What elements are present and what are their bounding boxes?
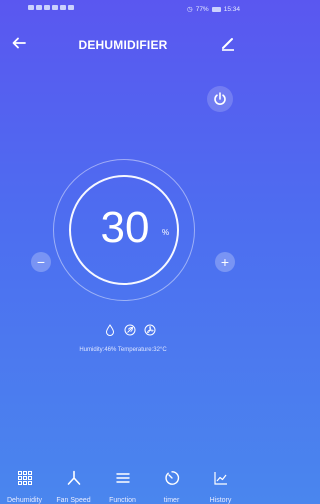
mode-icons	[104, 323, 156, 336]
wifi-icon	[44, 5, 50, 10]
tab-function[interactable]: Function	[98, 460, 147, 504]
status-icons-left	[28, 5, 74, 10]
plus-icon: +	[220, 254, 230, 270]
tab-label: Dehumidity	[6, 497, 42, 504]
decrease-button[interactable]: −	[31, 252, 51, 272]
tab-dehumidity[interactable]: Dehumidity	[0, 460, 49, 504]
grid-icon	[17, 471, 32, 485]
menu-icon	[115, 473, 130, 483]
clock: 15:34	[223, 5, 240, 13]
tab-history[interactable]: History	[196, 460, 245, 504]
power-icon	[214, 92, 226, 105]
notification-icon	[60, 5, 66, 10]
signal-icon	[36, 5, 42, 10]
humidity-unit: %	[162, 228, 170, 237]
increase-button[interactable]: +	[215, 252, 235, 272]
alarm-icon: ◷	[187, 6, 193, 13]
chart-icon	[213, 472, 227, 485]
tab-label: History	[209, 497, 232, 504]
minus-icon: −	[36, 254, 46, 270]
notification-icon	[68, 5, 74, 10]
app-header: DEHUMIDIFIER	[0, 28, 246, 64]
pencil-icon[interactable]	[219, 34, 237, 52]
page-title: DEHUMIDIFIER	[78, 38, 168, 52]
battery-percent: 77%	[195, 5, 209, 13]
humidity-temperature-readout: Humidity:46% Temperature:32°C	[79, 347, 167, 353]
notification-icon	[52, 5, 58, 10]
fan-icon	[67, 470, 80, 485]
bottom-tab-bar: Dehumidity Fan Speed Function timer Hist…	[0, 460, 246, 504]
sim-icon	[28, 5, 34, 10]
power-button[interactable]	[207, 86, 233, 112]
humidity-setpoint: 30	[100, 203, 150, 252]
fan-icon	[144, 323, 156, 336]
tab-label: Fan Speed	[56, 497, 91, 504]
battery-icon	[211, 6, 221, 12]
timer-icon	[164, 471, 179, 485]
status-icons-right: ◷ 77% 15:34	[187, 5, 240, 14]
status-bar: ◷ 77% 15:34	[0, 0, 246, 18]
tab-label: Function	[109, 497, 136, 504]
leaf-icon	[124, 323, 136, 336]
drop-icon	[104, 323, 116, 336]
tab-timer[interactable]: timer	[147, 460, 196, 504]
tab-label: timer	[163, 497, 180, 504]
tab-fan-speed[interactable]: Fan Speed	[49, 460, 98, 504]
